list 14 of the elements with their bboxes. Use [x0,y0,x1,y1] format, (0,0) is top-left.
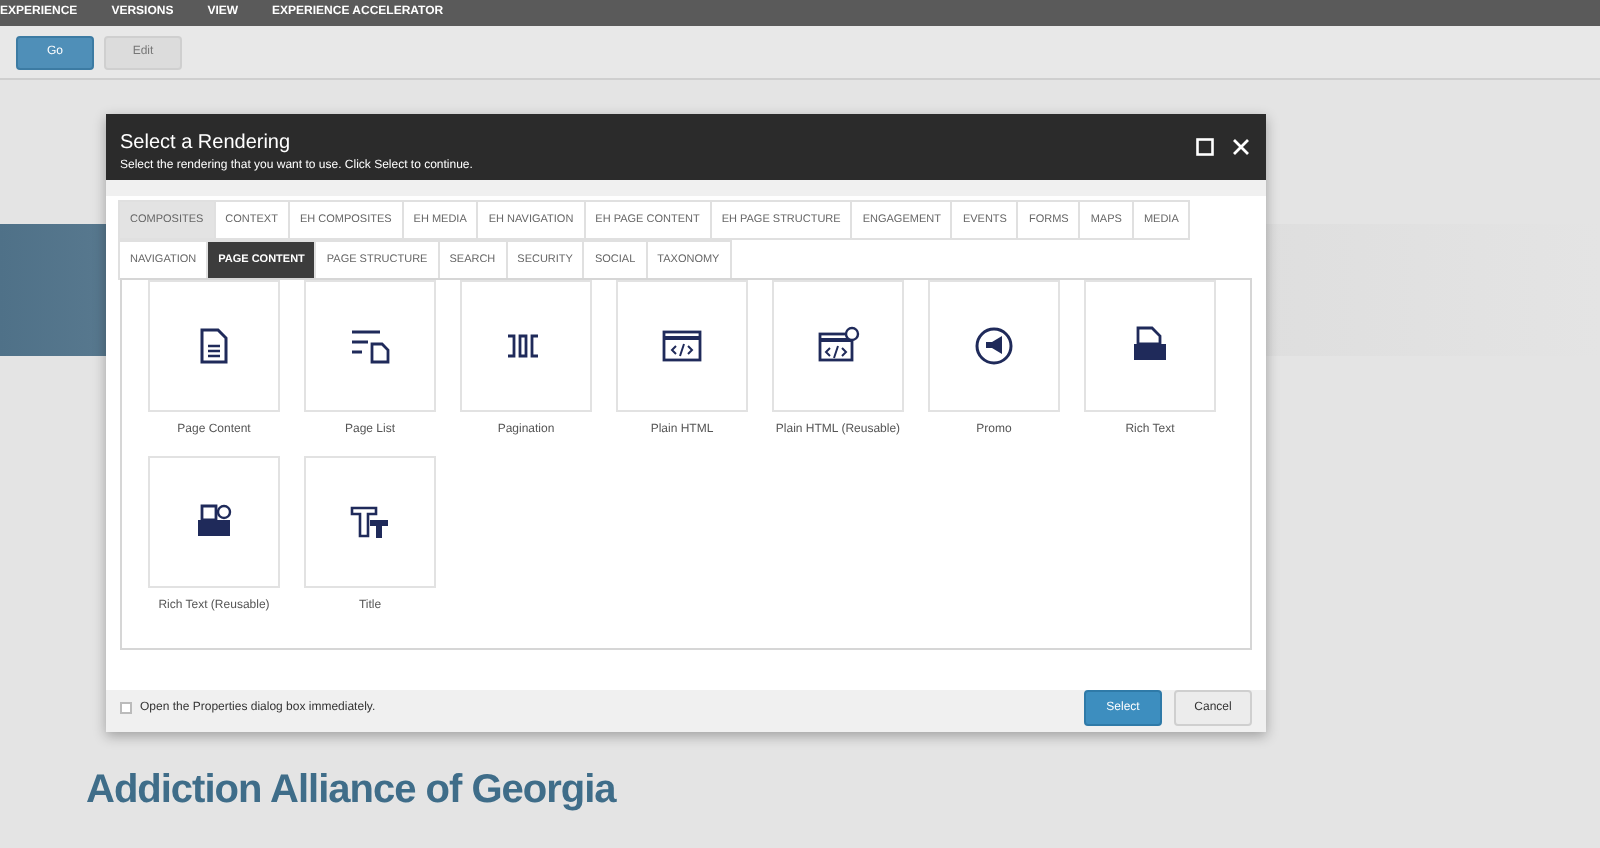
rendering-tile[interactable] [148,455,280,588]
properties-checkbox[interactable] [120,702,132,714]
rendering-tile[interactable] [460,279,592,412]
rendering-tile[interactable] [148,279,280,412]
maximize-icon[interactable] [1196,138,1214,156]
page-heading: Addiction Alliance of Georgia [86,768,616,812]
rendering-tile[interactable] [928,279,1060,412]
dialog-title: Select a Rendering [120,132,293,156]
close-icon[interactable] [1232,138,1250,156]
rendering-tile[interactable] [772,279,904,412]
rendering-tile[interactable] [616,279,748,412]
rendering-tile[interactable] [1084,279,1216,412]
rendering-tile[interactable] [304,455,436,588]
rendering-tile[interactable] [304,279,436,412]
